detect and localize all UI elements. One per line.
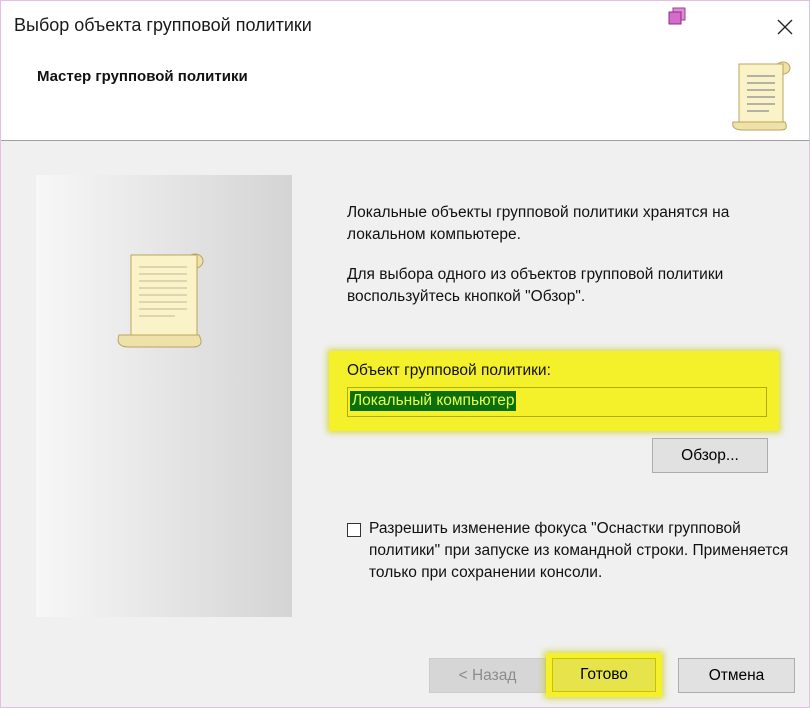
close-icon xyxy=(777,19,793,35)
cancel-button[interactable]: Отмена xyxy=(678,658,795,693)
scroll-icon xyxy=(115,251,207,351)
wizard-side-panel xyxy=(36,175,292,617)
focus-change-checkbox[interactable] xyxy=(347,523,361,537)
description-text-1: Локальные объекты групповой политики хра… xyxy=(347,204,730,243)
scroll-icon xyxy=(729,58,793,134)
wizard-window: Выбор объекта групповой политики Мастер … xyxy=(0,0,810,708)
title-bar: Выбор объекта групповой политики xyxy=(1,1,809,53)
browse-button[interactable]: Обзор... xyxy=(652,438,768,473)
back-button[interactable]: < Назад xyxy=(429,658,546,693)
gpo-label: Объект групповой политики: xyxy=(347,362,551,379)
focus-change-checkbox-label[interactable]: Разрешить изменение фокуса "Оснастки гру… xyxy=(369,518,789,584)
header-title: Мастер групповой политики xyxy=(37,68,248,85)
gpo-object-value[interactable]: Локальный компьютер xyxy=(350,391,517,411)
window-title: Выбор объекта групповой политики xyxy=(14,15,312,35)
finish-button[interactable]: Готово xyxy=(552,658,656,692)
gpo-app-icon xyxy=(666,7,688,27)
close-button[interactable] xyxy=(769,11,801,43)
description-text-2: Для выбора одного из объектов групповой … xyxy=(347,266,724,305)
wizard-header: Мастер групповой политики xyxy=(1,53,809,141)
